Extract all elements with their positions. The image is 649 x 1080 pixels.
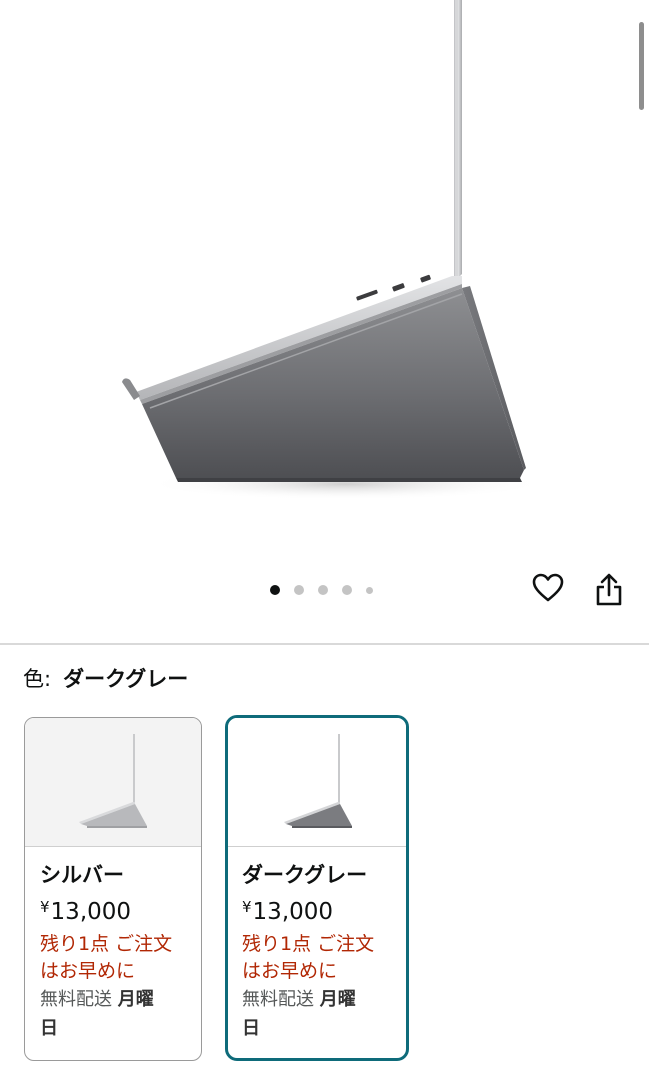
share-icon — [595, 573, 623, 611]
product-image[interactable] — [0, 0, 649, 560]
selected-color: ダークグレー — [63, 667, 189, 691]
carousel-dot[interactable] — [342, 585, 352, 595]
carousel-dot[interactable] — [366, 586, 373, 594]
product-page: 色: ダークグレー シルバー ¥13,000 残り1点 ご注文 はお早めに 無料配送… — [0, 0, 649, 1080]
carousel-dot[interactable] — [318, 585, 328, 595]
variant-name: シルバー — [40, 863, 124, 887]
color-selector-label: 色: ダークグレー — [23, 664, 188, 694]
stock-warning: 残り1点 ご注文 はお早めに — [40, 933, 173, 982]
variant-price: ¥13,000 — [40, 898, 132, 925]
carousel-dot[interactable] — [294, 585, 304, 595]
shipping-info: 無料配送 月曜日 — [242, 989, 356, 1039]
variant-thumbnail — [25, 718, 201, 847]
variant-thumbnail — [228, 718, 406, 847]
heart-icon — [532, 573, 564, 607]
carousel-dot-active[interactable] — [270, 585, 280, 595]
favorite-button[interactable] — [528, 570, 568, 610]
variant-card-silver[interactable]: シルバー ¥13,000 残り1点 ご注文 はお早めに 無料配送 月曜日 — [24, 717, 202, 1061]
variant-card-dark-gray[interactable]: ダークグレー ¥13,000 残り1点 ご注文 はお早めに 無料配送 月曜日 — [225, 715, 409, 1061]
color-label: 色: — [23, 667, 52, 691]
variant-price: ¥13,000 — [242, 898, 334, 925]
scrollbar[interactable] — [639, 22, 644, 110]
variant-name: ダークグレー — [242, 863, 368, 887]
shipping-info: 無料配送 月曜日 — [40, 989, 154, 1039]
section-divider — [0, 643, 649, 645]
carousel-dots[interactable] — [270, 584, 387, 596]
stock-warning: 残り1点 ご注文 はお早めに — [242, 933, 375, 982]
share-button[interactable] — [589, 572, 629, 612]
